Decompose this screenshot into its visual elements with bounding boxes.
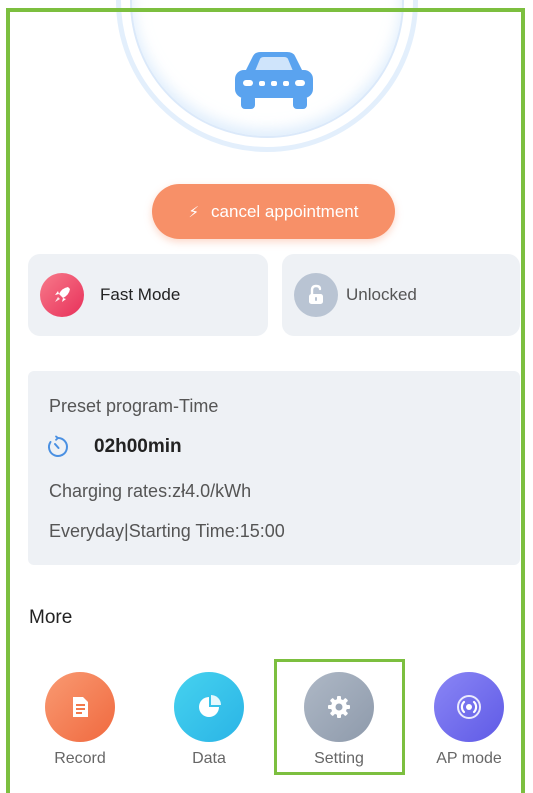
schedule-text: Everyday|Starting Time:15:00 [49,521,285,541]
charging-rate: Charging rates:zł4.0/kWh [49,481,252,501]
pie-chart-icon [174,672,244,742]
setting-highlight-box [274,659,405,775]
data-label: Data [192,750,226,767]
broadcast-icon [434,672,504,742]
data-menu-item[interactable]: Data [164,672,254,768]
cancel-appointment-label: cancel appointment [211,201,359,221]
record-icon [45,672,115,742]
lock-status-label: Unlocked [346,285,417,304]
fast-mode-card[interactable]: Fast Mode [28,254,268,336]
lightning-icon: ⚡ [188,203,200,221]
preset-title: Preset program-Time [49,396,219,416]
car-icon [235,52,313,109]
rocket-icon [40,273,84,317]
cancel-appointment-button[interactable]: ⚡ cancel appointment [152,184,395,239]
unlock-icon [294,273,338,317]
ap-mode-label: AP mode [436,750,502,767]
lock-status-card[interactable]: Unlocked [282,254,520,336]
ap-mode-menu-item[interactable]: AP mode [424,672,514,768]
duration-row: 02h00min [46,435,182,459]
more-section-title: More [29,607,73,628]
duration-value: 02h00min [94,436,182,457]
preset-program-card[interactable]: Preset program-Time 02h00min Charging ra… [28,371,520,565]
fast-mode-label: Fast Mode [100,285,181,304]
record-menu-item[interactable]: Record [35,672,125,768]
timer-icon [48,435,68,457]
record-label: Record [54,750,106,767]
